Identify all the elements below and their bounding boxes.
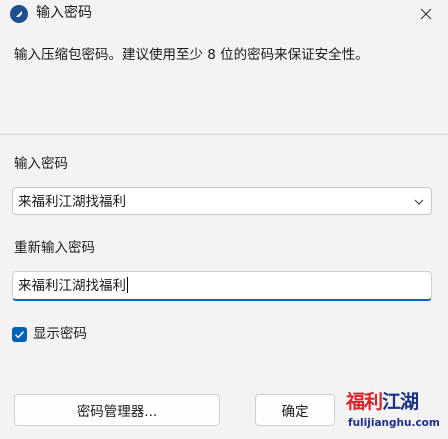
confirm-password-input[interactable]: 来福利江湖找福利 [12,271,432,301]
show-password-option[interactable]: 显示密码 [12,324,87,344]
divider [0,134,448,135]
close-button[interactable] [412,2,440,26]
password-value: 来福利江湖找福利 [18,194,126,210]
watermark-logo: 福利江湖 fulijianghu.com [344,390,444,436]
watermark-char: 湖 [400,391,419,413]
checkmark-icon [14,330,25,338]
show-password-label: 显示密码 [33,326,87,342]
watermark-site: fulijianghu.com [348,417,440,429]
watermark-char: 利 [364,391,383,413]
password-combobox[interactable]: 来福利江湖找福利 [12,187,432,215]
text-caret [127,277,128,293]
close-icon [420,8,432,20]
bandizip-icon [10,5,28,23]
password-manager-button[interactable]: 密码管理器... [14,394,220,426]
password-label: 输入密码 [14,156,68,172]
watermark-char: 江 [382,391,401,413]
ok-button[interactable]: 确定 [255,394,335,426]
watermark-char: 福 [346,391,365,413]
title-bar: 输入密码 [0,0,448,28]
dialog-description: 输入压缩包密码。建议使用至少 8 位的密码来保证安全性。 [14,47,369,63]
confirm-password-value: 来福利江湖找福利 [18,277,128,294]
window-title: 输入密码 [36,5,92,21]
show-password-checkbox[interactable] [12,326,27,342]
watermark-title: 福利江湖 [346,390,419,414]
chevron-down-icon[interactable] [413,196,425,208]
password-dialog: 输入密码 输入压缩包密码。建议使用至少 8 位的密码来保证安全性。 输入密码 来… [0,0,448,439]
confirm-password-label: 重新输入密码 [14,240,95,256]
